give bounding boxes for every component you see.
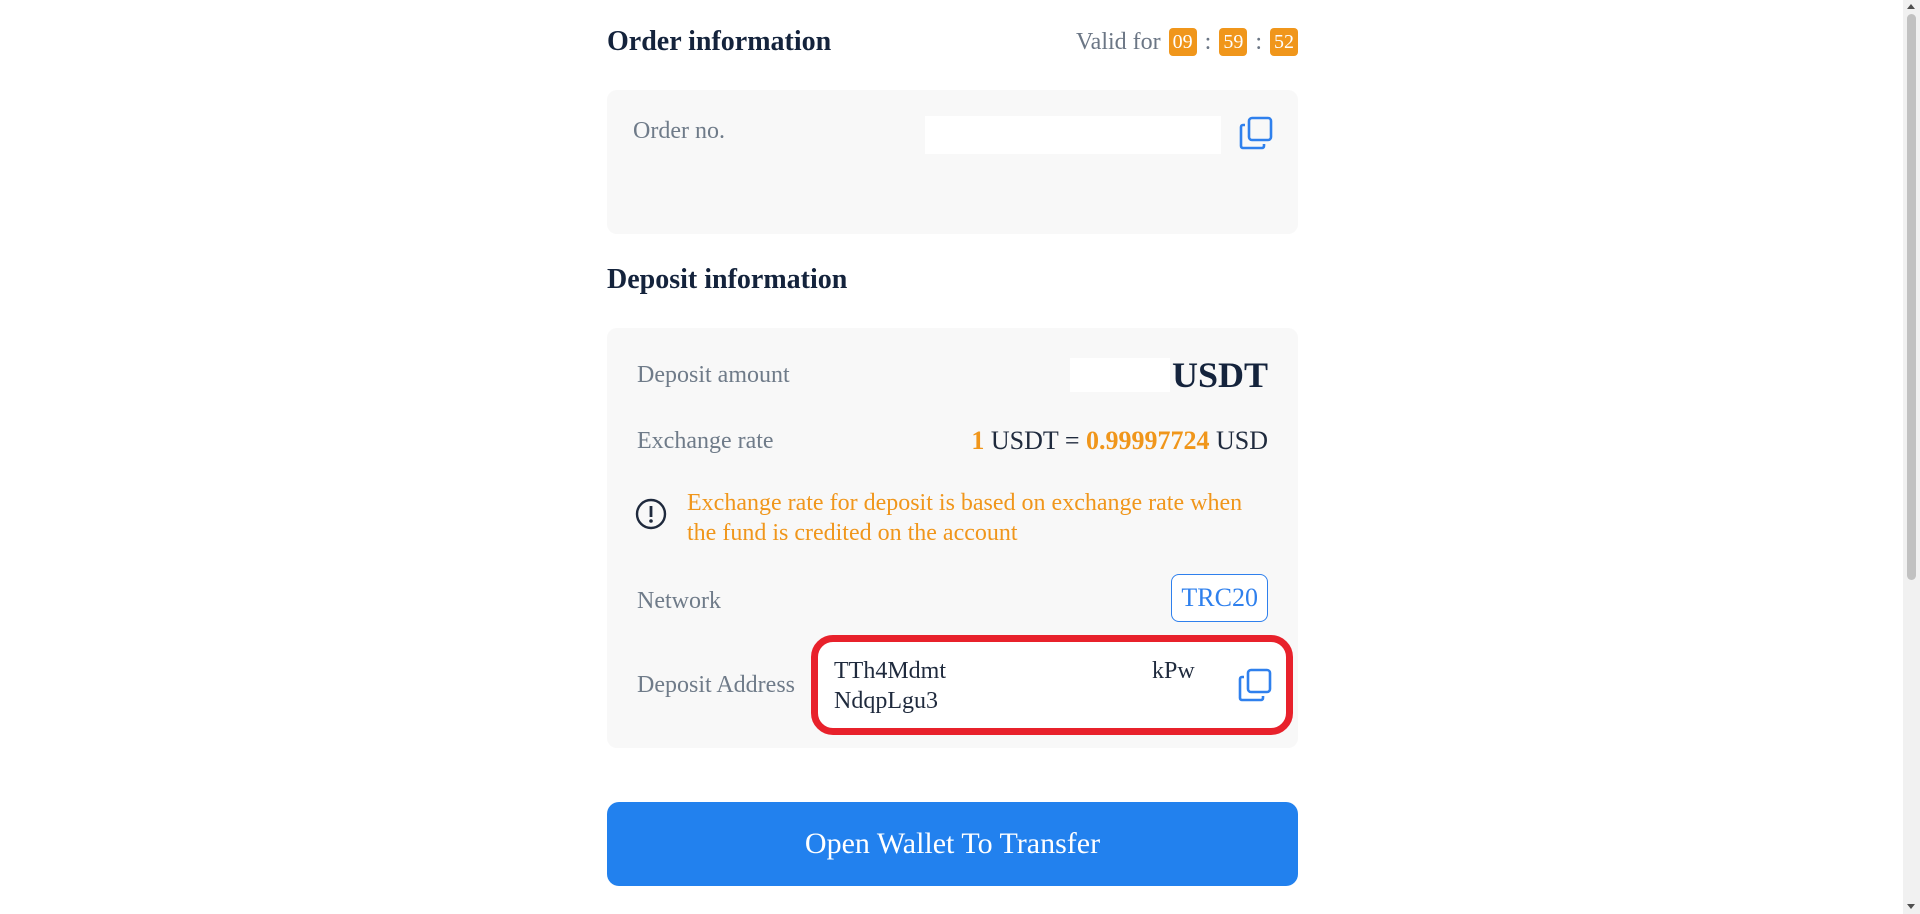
exchange-rate-value: 1 USDT = 0.99997724 USD (971, 426, 1268, 456)
copy-icon[interactable] (1239, 116, 1273, 150)
deposit-address-label: Deposit Address (637, 672, 795, 698)
scrollbar[interactable] (1903, 0, 1920, 914)
timer-separator: : (1204, 28, 1212, 55)
timer-separator: : (1255, 28, 1262, 55)
order-card: Order no. (607, 90, 1298, 234)
deposit-currency: USDT (1171, 355, 1268, 395)
address-line1-start: TTh4Mdmt (834, 658, 946, 684)
deposit-info-title: Deposit information (607, 264, 848, 295)
address-redacted (946, 658, 1152, 687)
address-line2-start: NdqpLgu3 (834, 688, 938, 715)
rate-right-unit: USD (1215, 426, 1268, 455)
scroll-up-arrow-icon[interactable] (1907, 4, 1915, 9)
rate-equals: = (1064, 426, 1080, 455)
info-icon (635, 498, 667, 530)
valid-label: Valid for (1076, 28, 1161, 55)
order-info-title: Order information (607, 26, 832, 57)
exchange-rate-notice: Exchange rate for deposit is based on ex… (687, 490, 1243, 546)
exchange-rate-label: Exchange rate (637, 428, 774, 454)
timer-hours: 09 (1168, 28, 1197, 56)
deposit-amount-label: Deposit amount (637, 362, 790, 388)
open-wallet-button[interactable]: Open Wallet To Transfer (607, 802, 1298, 886)
scroll-thumb[interactable] (1907, 14, 1916, 580)
deposit-card: Deposit amount USDT Exchange rate 1 USDT… (607, 328, 1298, 748)
rate-left-value: 1 (971, 426, 985, 455)
order-no-value-redacted (925, 116, 1221, 154)
validity-timer: Valid for 09 : 59 : 52 (1076, 28, 1298, 56)
page: Order information Valid for 09 : 59 : 52… (0, 0, 1920, 914)
order-no-label: Order no. (633, 118, 725, 144)
address-line1-end: kPw (1152, 658, 1195, 684)
deposit-address-highlight: TTh4Mdmt kPw NdqpLgu3 (811, 635, 1293, 735)
network-badge[interactable]: TRC20 (1171, 574, 1268, 622)
network-label: Network (637, 588, 721, 614)
copy-address-icon[interactable] (1238, 668, 1272, 702)
scroll-down-arrow-icon[interactable] (1907, 904, 1915, 909)
rate-right-value: 0.99997724 (1085, 426, 1210, 455)
timer-seconds: 52 (1270, 28, 1298, 56)
deposit-address-value[interactable]: TTh4Mdmt kPw NdqpLgu3 (834, 656, 1195, 716)
rate-left-unit: USDT (990, 426, 1059, 455)
deposit-amount-redacted (1070, 358, 1170, 392)
timer-minutes: 59 (1219, 28, 1248, 56)
